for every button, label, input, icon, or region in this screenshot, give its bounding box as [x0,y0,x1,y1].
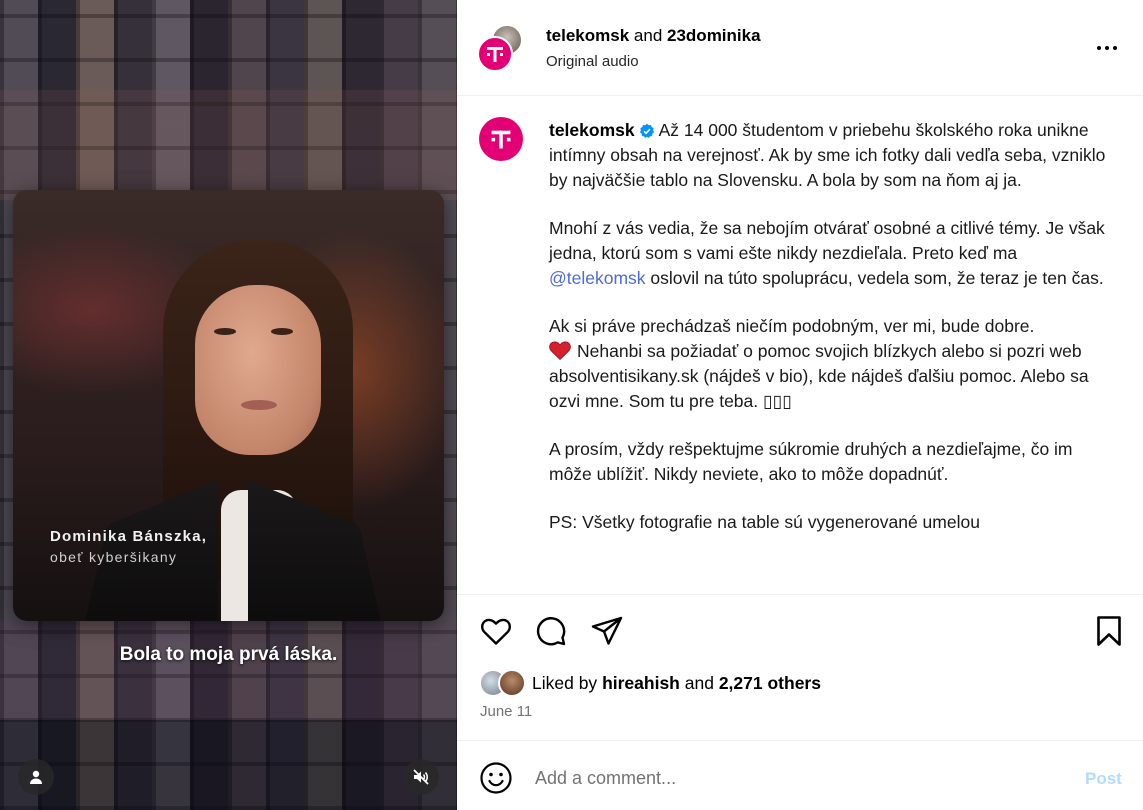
caption-scroll-area[interactable]: telekomsk Až 14 000 študentom v priebehu… [457,96,1143,594]
like-icon [481,618,511,645]
caption-paragraph-1: telekomsk Až 14 000 študentom v priebehu… [549,118,1109,193]
caption-text: telekomsk Až 14 000 študentom v priebehu… [549,118,1109,558]
more-icon [1097,46,1101,50]
liker-username-link[interactable]: hireahish [602,673,680,693]
caption-paragraph-3: Ak si práve prechádzaš niečím podobným, … [549,316,1089,411]
video-player[interactable]: Dominika Bánszka, obeť kyberšikany Bola … [0,0,457,810]
post-actions: Liked by hireahish and 2,271 others June… [457,594,1143,740]
emoji-button[interactable] [479,761,513,795]
caption-paragraph-2: Mnohí z vás vedia, že sa nebojím otvárať… [549,218,1105,288]
caption-username[interactable]: telekomsk [549,120,635,140]
comment-icon [536,617,566,646]
mention-link[interactable]: @telekomsk [549,268,646,288]
portrait-lips [241,400,277,410]
liker-avatar [498,669,526,697]
video-frame: Dominika Bánszka, obeť kyberšikany [13,190,444,621]
post-header: telekomsk and 23dominika Original audio [457,0,1143,96]
likes-summary[interactable]: Liked by hireahish and 2,271 others [479,669,821,697]
caption-paragraph-4: A prosím, vždy rešpektujme súkromie druh… [549,439,1073,484]
header-joiner: and [633,26,663,45]
caption-paragraph-5: PS: Všetky fotografie na table sú vygene… [549,512,980,532]
mute-icon [413,769,429,785]
comment-input[interactable] [535,763,1055,793]
comment-button[interactable] [534,614,568,648]
overlay-role: obeť kyberšikany [50,549,178,565]
likes-text: Liked by hireahish and 2,271 others [532,672,821,693]
header-account-link-2[interactable]: 23dominika [667,26,761,45]
portrait-eye-right [271,328,293,335]
likes-others-link[interactable]: 2,271 others [719,673,821,693]
verified-icon [639,123,654,138]
collab-avatars[interactable] [477,24,527,74]
video-subtitle: Bola to moja prvá láska. [119,644,338,665]
comment-bar: Post [457,740,1143,810]
share-icon [591,616,623,645]
like-button[interactable] [479,614,513,648]
save-icon [1097,616,1121,646]
telekom-logo-icon [487,47,503,62]
user-icon [30,770,42,784]
audio-link[interactable]: Original audio [546,53,639,70]
post-date[interactable]: June 11 [480,703,532,720]
heart-emoji-icon [549,341,571,360]
overlay-name: Dominika Bánszka, [50,528,208,545]
tagged-users-button[interactable] [18,759,54,795]
post-comment-button[interactable]: Post [1085,769,1122,789]
save-button[interactable] [1092,614,1126,648]
share-button[interactable] [590,614,624,648]
caption-avatar[interactable] [479,117,523,161]
portrait-face [195,285,321,455]
emoji-icon [480,762,512,794]
telekom-logo-icon [491,130,511,149]
avatar-telekomsk[interactable] [477,36,513,72]
header-accounts: telekomsk and 23dominika [546,26,761,46]
post-panel: telekomsk and 23dominika Original audio … [457,0,1143,810]
header-account-link-1[interactable]: telekomsk [546,26,629,45]
mute-button[interactable] [403,759,439,795]
more-options-button[interactable] [1092,36,1122,60]
portrait-eye-left [214,328,236,335]
